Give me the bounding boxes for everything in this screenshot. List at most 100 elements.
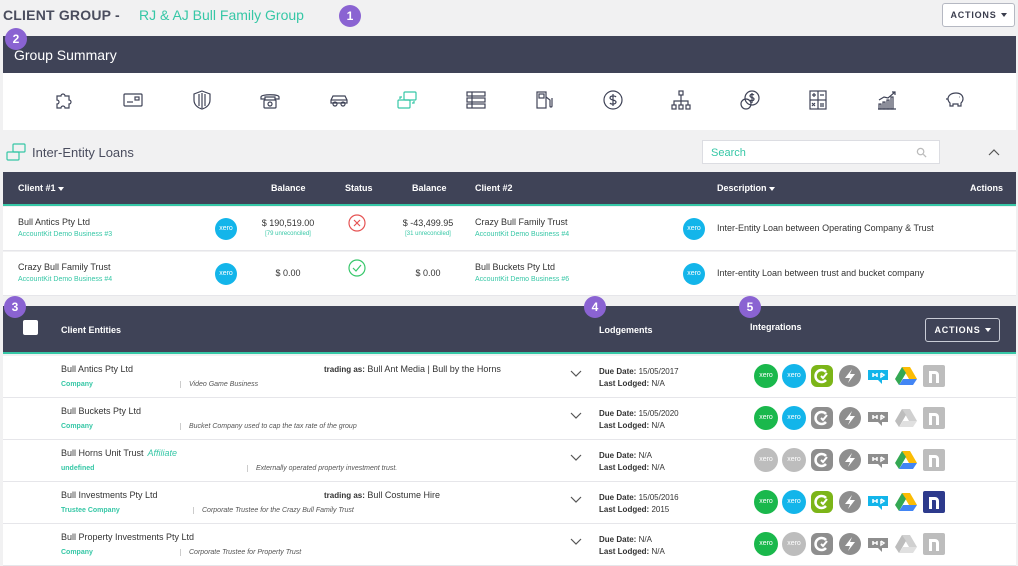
chevron-down-icon[interactable] <box>570 538 582 546</box>
calculator-icon[interactable] <box>807 89 829 111</box>
chevron-down-icon[interactable] <box>570 412 582 420</box>
entity-name[interactable]: Bull Property Investments Pty Ltd <box>61 532 198 542</box>
loan-client2[interactable]: Bull Buckets Pty Ltd <box>475 262 555 272</box>
xero-icon[interactable]: xero <box>782 448 806 472</box>
nexus-icon[interactable] <box>922 532 946 556</box>
col-description[interactable]: Description <box>717 183 776 193</box>
xero-icon[interactable]: xero <box>683 218 705 240</box>
shield-icon[interactable] <box>191 89 213 111</box>
card-icon[interactable] <box>122 89 144 111</box>
xero-icon[interactable]: xero <box>683 263 705 285</box>
hubdoc-icon[interactable] <box>866 532 890 556</box>
sync-icon[interactable] <box>838 406 862 430</box>
fuel-icon[interactable] <box>533 89 555 111</box>
entity-trading-as: trading as: Bull Ant Media | Bull by the… <box>324 364 501 374</box>
xero-practice-icon[interactable]: xero <box>754 406 778 430</box>
xero-practice-icon[interactable]: xero <box>754 532 778 556</box>
sync-icon[interactable] <box>838 490 862 514</box>
google-drive-icon[interactable] <box>894 448 918 472</box>
xero-icon[interactable]: xero <box>215 218 237 240</box>
growth-chart-icon[interactable] <box>876 89 898 111</box>
coins-icon[interactable] <box>739 89 761 111</box>
loan-balance1-sub: [79 unreconciled] <box>265 231 311 237</box>
search-icon <box>916 147 927 158</box>
receipt-bank-icon[interactable] <box>810 532 834 556</box>
loan-row[interactable]: Crazy Bull Family Trust AccountKit Demo … <box>3 252 1016 296</box>
loan-row[interactable]: Bull Antics Pty Ltd AccountKit Demo Busi… <box>3 207 1016 251</box>
google-drive-icon[interactable] <box>894 364 918 388</box>
sync-icon[interactable] <box>838 448 862 472</box>
receipt-bank-icon[interactable] <box>810 448 834 472</box>
client-group-name[interactable]: RJ & AJ Bull Family Group <box>139 7 304 23</box>
group-summary-header: Group Summary <box>3 36 1016 73</box>
nexus-icon[interactable] <box>922 406 946 430</box>
group-actions-button[interactable]: ACTIONS <box>942 3 1015 27</box>
select-all-checkbox[interactable] <box>23 320 38 335</box>
entity-name[interactable]: Bull Buckets Pty Ltd <box>61 406 145 416</box>
xero-practice-icon[interactable]: xero <box>754 490 778 514</box>
chevron-down-icon[interactable] <box>570 454 582 462</box>
loan-client1[interactable]: Bull Antics Pty Ltd <box>18 217 90 227</box>
entity-row[interactable]: Bull Property Investments Pty Ltd Company… <box>3 524 1016 566</box>
col-client1[interactable]: Client #1 <box>18 183 65 193</box>
entity-row[interactable]: Bull Investments Pty Ltd Trustee Company C… <box>3 482 1016 524</box>
entity-type: Company <box>61 381 93 388</box>
chevron-down-icon[interactable] <box>570 370 582 378</box>
list-icon[interactable] <box>465 89 487 111</box>
affiliate-tag: Affiliate <box>147 448 178 458</box>
xero-practice-icon[interactable]: xero <box>754 364 778 388</box>
sync-icon[interactable] <box>838 532 862 556</box>
xero-icon[interactable]: xero <box>782 490 806 514</box>
hubdoc-icon[interactable] <box>866 364 890 388</box>
xero-icon[interactable]: xero <box>215 263 237 285</box>
entity-row[interactable]: Bull Horns Unit Trust Affiliate undefined E… <box>3 440 1016 482</box>
entity-row[interactable]: Bull Antics Pty Ltd Company Video Game Bus… <box>3 356 1016 398</box>
loan-client1[interactable]: Crazy Bull Family Trust <box>18 262 111 272</box>
puzzle-icon[interactable] <box>53 89 75 111</box>
error-status-icon <box>348 214 366 232</box>
dollar-icon[interactable] <box>602 89 624 111</box>
client-group-label: CLIENT GROUP - <box>3 7 120 23</box>
receipt-bank-icon[interactable] <box>810 406 834 430</box>
hierarchy-icon[interactable] <box>670 89 692 111</box>
entity-name[interactable]: Bull Antics Pty Ltd <box>61 364 137 374</box>
chevron-up-icon[interactable] <box>988 148 1000 156</box>
entity-row[interactable]: Bull Buckets Pty Ltd Company Bucket Compan… <box>3 398 1016 440</box>
chevron-down-icon[interactable] <box>570 496 582 504</box>
hubdoc-icon[interactable] <box>866 490 890 514</box>
search-input[interactable]: Search <box>702 140 940 164</box>
receipt-bank-icon[interactable] <box>810 490 834 514</box>
entity-type: Company <box>61 549 93 556</box>
google-drive-icon[interactable] <box>894 532 918 556</box>
xero-icon[interactable]: xero <box>782 532 806 556</box>
loan-client2[interactable]: Crazy Bull Family Trust <box>475 217 568 227</box>
col-status: Status <box>345 183 373 193</box>
nexus-icon[interactable] <box>922 490 946 514</box>
last-lodged: N/A <box>651 379 665 388</box>
marker-3: 3 <box>4 296 26 318</box>
sync-icon[interactable] <box>838 364 862 388</box>
car-icon[interactable] <box>328 89 350 111</box>
piggy-bank-icon[interactable] <box>944 89 966 111</box>
entity-name[interactable]: Bull Investments Pty Ltd <box>61 490 162 500</box>
nexus-icon[interactable] <box>922 448 946 472</box>
caret-down-icon <box>58 187 65 191</box>
xero-icon[interactable]: xero <box>782 406 806 430</box>
entities-actions-button[interactable]: ACTIONS <box>925 318 1000 342</box>
hubdoc-icon[interactable] <box>866 448 890 472</box>
receipt-bank-icon[interactable] <box>810 364 834 388</box>
loans-icon[interactable] <box>396 89 418 111</box>
entity-name[interactable]: Bull Horns Unit Trust Affiliate <box>61 448 177 458</box>
hubdoc-icon[interactable] <box>866 406 890 430</box>
entity-trading-as: trading as: Bull Costume Hire <box>324 490 440 500</box>
xero-icon[interactable]: xero <box>782 364 806 388</box>
google-drive-icon[interactable] <box>894 406 918 430</box>
col-client2: Client #2 <box>475 183 513 193</box>
entity-type: undefined <box>61 465 95 472</box>
entity-description: Bucket Company used to cap the tax rate … <box>180 423 357 430</box>
xero-practice-icon[interactable]: xero <box>754 448 778 472</box>
phone-icon[interactable] <box>259 89 281 111</box>
nexus-icon[interactable] <box>922 364 946 388</box>
google-drive-icon[interactable] <box>894 490 918 514</box>
entities-table-header: Client Entities Lodgements Integrations … <box>3 306 1016 354</box>
